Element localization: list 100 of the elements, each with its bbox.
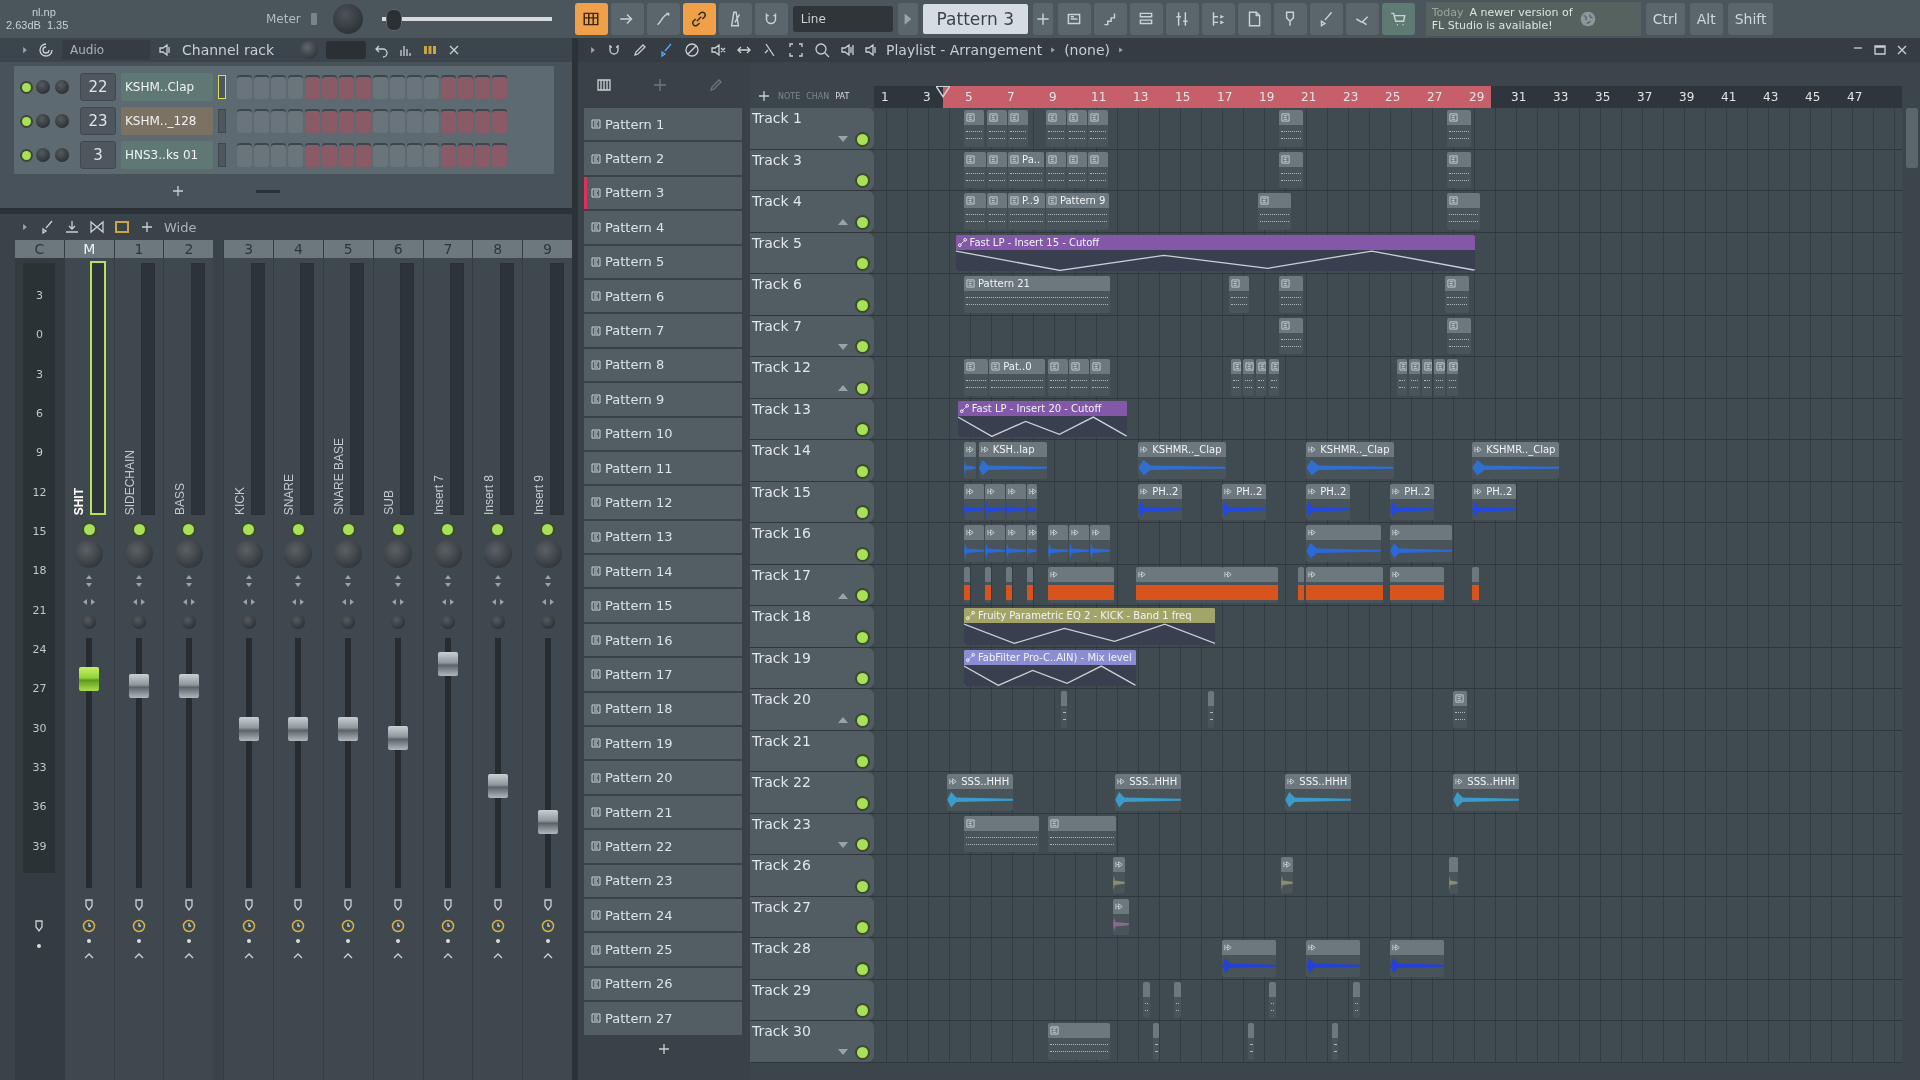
pattern-list-item[interactable]: Pattern 13 [584, 520, 742, 554]
pattern-list-item[interactable]: Pattern 25 [584, 933, 742, 966]
mixer-strip[interactable]: 1 SIDECHAIN [113, 240, 164, 1080]
track-header[interactable]: Track 4 [750, 191, 874, 232]
mixer-strip[interactable]: 3 KICK [223, 240, 274, 1080]
track-header[interactable]: Track 30 [750, 1021, 874, 1062]
modifier-key[interactable]: Ctrl [1645, 3, 1685, 35]
track-header[interactable]: Track 22 [750, 772, 874, 813]
audio-clip[interactable]: SSS..HHH [1115, 774, 1182, 811]
track-header[interactable]: Track 28 [750, 938, 874, 979]
snap-dropdown[interactable]: Line [792, 6, 893, 32]
audio-clip[interactable]: SSS..HHH [947, 774, 1014, 811]
pattern-list-item[interactable]: Pattern 20 [584, 761, 742, 794]
pattern-selector[interactable]: Pattern 3 [922, 4, 1028, 34]
pattern-list-item[interactable]: Pattern 22 [584, 830, 742, 863]
picker-mode-tab[interactable]: NOTE [778, 91, 801, 101]
pattern-list-item[interactable]: Pattern 18 [584, 692, 742, 726]
audio-clip[interactable]: KSH..lap [978, 442, 1047, 479]
track-header[interactable]: Track 21 [750, 730, 874, 771]
pattern-list-item[interactable]: Pattern 2 [584, 142, 742, 175]
mixer-strip[interactable]: 6 SUB [372, 240, 423, 1080]
audio-clip[interactable]: KSHMR.._Clap [1306, 442, 1394, 479]
track-lane[interactable]: P..9 Pattern 9 [874, 191, 1902, 232]
mixer-track-number[interactable]: 23 [80, 107, 116, 135]
automation-clip[interactable]: Fast LP - Insert 20 - Cutoff [957, 400, 1127, 437]
track-lane[interactable]: KSH..lap KSHMR.._Clap KSHMR.._Clap KSHMR.._Clap [874, 440, 1902, 481]
pattern-list-item[interactable]: Pattern 3 [584, 176, 742, 210]
pattern-clip[interactable]: P..9 [1008, 193, 1045, 230]
track-header[interactable]: Track 14 [750, 440, 874, 481]
automation-clip[interactable]: FabFilter Pro-C..AIN) - Mix level [964, 649, 1136, 686]
pattern-clip[interactable]: Pa.. [1008, 151, 1045, 188]
audio-clip[interactable]: PH..2 [1222, 483, 1267, 520]
track-header[interactable]: Track 12 [750, 357, 874, 398]
pattern-list-item[interactable]: Pattern 23 [584, 864, 742, 897]
channel-button[interactable]: KSHM..Clap [121, 73, 213, 101]
audio-clip[interactable]: SSS..HHH [1453, 774, 1520, 811]
pattern-list-item[interactable]: Pattern 10 [584, 417, 742, 450]
track-lane[interactable]: PH..2 PH..2 PH..2 PH..2 PH..2 [874, 481, 1902, 522]
mixer-layout-dropdown[interactable]: Wide [164, 219, 234, 235]
track-header[interactable]: Track 6 [750, 274, 874, 315]
pattern-clip[interactable]: Pattern 9 [1045, 193, 1110, 230]
mixer-strip[interactable]: 5 SNARE BASE [322, 240, 373, 1080]
mixer-strip[interactable]: 9 Insert 9 [522, 240, 572, 1080]
pattern-list-item[interactable]: Pattern 15 [584, 589, 742, 622]
track-header[interactable]: Track 26 [750, 855, 874, 896]
mixer-strip[interactable]: 7 Insert 7 [422, 240, 473, 1080]
track-header[interactable]: Track 1 [750, 108, 874, 149]
pattern-list-item[interactable]: Pattern 26 [584, 967, 742, 1001]
track-lane[interactable]: Fast LP - Insert 20 - Cutoff [874, 398, 1902, 439]
modifier-key[interactable]: Shift [1727, 3, 1774, 35]
audio-clip[interactable]: SSS..HHH [1285, 774, 1352, 811]
track-lane[interactable]: Fast LP - Insert 15 - Cutoff [874, 232, 1902, 273]
track-header[interactable]: Track 19 [750, 647, 874, 688]
track-header[interactable]: Track 3 [750, 149, 874, 190]
pattern-clip[interactable]: Pat..0 [989, 359, 1045, 396]
track-header[interactable]: Track 17 [750, 564, 874, 605]
pattern-list-item[interactable]: Pattern 9 [584, 383, 742, 416]
track-lane[interactable]: FabFilter Pro-C..AIN) - Mix level [874, 647, 1902, 688]
news-panel[interactable]: Today A newer version of FL Studio is available! [1425, 2, 1641, 36]
track-header[interactable]: Track 16 [750, 523, 874, 564]
mixer-strip[interactable]: 4 SNARE [273, 240, 323, 1080]
pattern-list-item[interactable]: Pattern 27 [584, 1002, 742, 1035]
pattern-clip[interactable]: Pattern 21 [964, 276, 1110, 313]
pattern-list-item[interactable]: Pattern 7 [584, 314, 742, 347]
audio-clip[interactable]: KSHMR.._Clap [1472, 442, 1560, 479]
picker-mode-tab[interactable]: CHAN [806, 91, 830, 101]
pattern-list-item[interactable]: Pattern 14 [584, 555, 742, 588]
track-lane[interactable]: Pat..0 [874, 357, 1902, 398]
arrangement-selector[interactable]: (none) [1064, 42, 1110, 58]
track-header[interactable]: Track 13 [750, 398, 874, 439]
audio-clip[interactable]: KSHMR.._Clap [1138, 442, 1226, 479]
track-header[interactable]: Track 7 [750, 315, 874, 356]
pattern-list-item[interactable]: Pattern 11 [584, 451, 742, 485]
timeline-ruler[interactable]: 1 3 5 7 9 11 13 15 17 19 21 23 25 27 29 31 33 35 37 39 41 43 45 47 [874, 86, 1902, 108]
automation-clip[interactable]: Fast LP - Insert 15 - Cutoff [955, 234, 1476, 271]
track-header[interactable]: Track 23 [750, 813, 874, 854]
audio-clip[interactable]: PH..2 [1306, 483, 1351, 520]
track-header[interactable]: Track 20 [750, 689, 874, 730]
pattern-list-item[interactable]: Pattern 6 [584, 279, 742, 313]
track-lane[interactable]: SSS..HHH SSS..HHH SSS..HHH SSS..HHH [874, 772, 1902, 813]
audio-clip[interactable]: PH..2 [1472, 483, 1517, 520]
pattern-list-item[interactable]: Pattern 19 [584, 727, 742, 760]
track-header[interactable]: Track 27 [750, 896, 874, 937]
mixer-strip[interactable]: 2 BASS [163, 240, 214, 1080]
pattern-list-item[interactable]: Pattern 1 [584, 108, 742, 141]
pattern-list-item[interactable]: Pattern 21 [584, 795, 742, 829]
channel-filter-dropdown[interactable]: Audio [62, 40, 150, 60]
mixer-track-number[interactable]: 3 [80, 141, 116, 169]
pattern-list-item[interactable]: Pattern 24 [584, 899, 742, 932]
pattern-list-item[interactable]: Pattern 5 [584, 245, 742, 278]
track-header[interactable]: Track 18 [750, 606, 874, 647]
pattern-list-item[interactable]: Pattern 4 [584, 211, 742, 244]
mixer-strip[interactable]: 8 Insert 8 [472, 240, 523, 1080]
pattern-list-item[interactable]: Pattern 16 [584, 623, 742, 657]
audio-clip[interactable]: PH..2 [1138, 483, 1183, 520]
audio-clip[interactable]: PH..2 [1390, 483, 1435, 520]
mixer-strip[interactable]: M SHIT [63, 240, 114, 1080]
track-header[interactable]: Track 15 [750, 481, 874, 522]
track-lane[interactable]: Pa.. [874, 149, 1902, 190]
pattern-list-item[interactable]: Pattern 8 [584, 348, 742, 382]
